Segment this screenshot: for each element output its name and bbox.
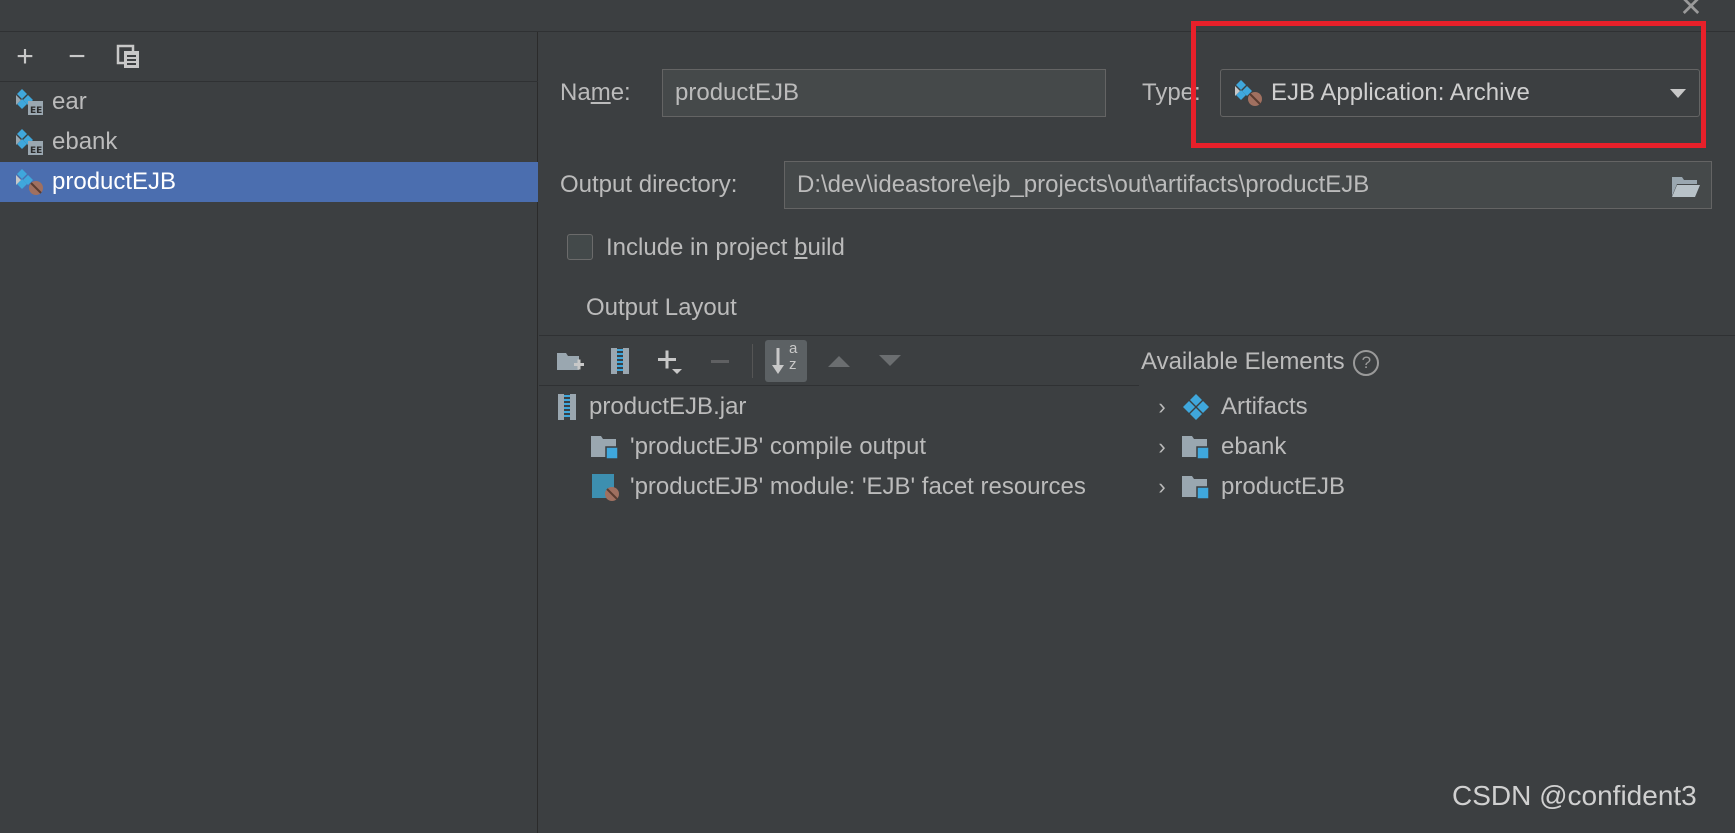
minus-icon: −: [68, 40, 86, 73]
plus-dropdown-icon: [658, 350, 682, 374]
artifact-item-ebank[interactable]: EE ebank: [0, 122, 538, 162]
folder-open-icon[interactable]: [1671, 174, 1701, 198]
output-directory-value: D:\dev\ideastore\ejb_projects\out\artifa…: [797, 171, 1370, 198]
available-item-label: productEJB: [1221, 473, 1346, 500]
archive-icon: [611, 348, 629, 374]
include-in-build-label[interactable]: Include in project build: [606, 234, 845, 262]
module-folder-icon: [591, 436, 619, 460]
chevron-right-icon[interactable]: ›: [1147, 434, 1177, 460]
ear-artifact-icon: EE: [16, 89, 43, 116]
available-item-artifacts[interactable]: › Artifacts: [1147, 387, 1308, 427]
artifact-item-productejb[interactable]: productEJB: [0, 162, 538, 202]
available-elements-header: Available Elements ?: [1141, 348, 1380, 376]
remove-artifact-button[interactable]: −: [60, 40, 94, 74]
new-folder-icon: [557, 353, 584, 370]
sort-elements-button[interactable]: a z: [765, 340, 807, 382]
name-field[interactable]: productEJB: [662, 69, 1106, 117]
chevron-right-icon[interactable]: ›: [1147, 394, 1177, 420]
name-label: Name:: [560, 79, 631, 106]
output-item-label: productEJB.jar: [589, 393, 747, 420]
svg-text:EE: EE: [30, 146, 42, 156]
ejb-facet-icon: [592, 474, 619, 501]
create-archive-button[interactable]: [599, 340, 641, 382]
module-folder-icon: [1182, 476, 1210, 500]
chevron-right-icon[interactable]: ›: [1147, 474, 1177, 500]
move-down-button[interactable]: [869, 340, 911, 382]
help-icon[interactable]: ?: [1353, 349, 1380, 376]
move-up-button[interactable]: [818, 340, 860, 382]
sort-label-z: z: [789, 356, 797, 373]
include-in-build-checkbox[interactable]: [567, 234, 593, 260]
add-element-button[interactable]: [649, 340, 691, 382]
remove-element-button[interactable]: [699, 340, 741, 382]
arrow-down-icon: [879, 355, 901, 366]
copy-artifact-button[interactable]: [112, 40, 146, 74]
ejb-artifact-icon: [16, 169, 43, 195]
output-item-label: 'productEJB' compile output: [630, 433, 926, 460]
artifacts-toolbar: + −: [0, 32, 538, 82]
output-item-label: 'productEJB' module: 'EJB' facet resourc…: [630, 473, 1086, 500]
artifact-item-ear[interactable]: EE ear: [0, 82, 538, 122]
tab-output-layout[interactable]: Output Layout: [586, 294, 737, 322]
ear-artifact-icon: EE: [16, 129, 43, 156]
artifact-label: ebank: [52, 128, 118, 155]
output-directory-field[interactable]: D:\dev\ideastore\ejb_projects\out\artifa…: [784, 161, 1712, 209]
copy-icon: [116, 44, 139, 68]
arrow-up-icon: [828, 356, 850, 367]
available-item-label: ebank: [1221, 433, 1287, 460]
close-icon[interactable]: ✕: [1676, 0, 1706, 22]
highlight-annotation: [1191, 21, 1706, 148]
minus-icon: [711, 360, 729, 363]
add-artifact-button[interactable]: +: [8, 40, 42, 74]
output-directory-label: Output directory:: [560, 171, 738, 198]
output-item-jar[interactable]: productEJB.jar: [555, 387, 746, 427]
artifact-label: ear: [52, 88, 87, 115]
artifacts-panel: + − EE ear EE ebank productEJB: [0, 32, 538, 833]
available-item-label: Artifacts: [1221, 393, 1308, 420]
module-folder-icon: [1182, 436, 1210, 460]
available-item-productejb[interactable]: › productEJB: [1147, 467, 1345, 507]
sort-label-a: a: [789, 340, 798, 357]
create-directory-button[interactable]: [549, 340, 591, 382]
output-item-compile-output[interactable]: 'productEJB' compile output: [590, 427, 926, 467]
svg-text:EE: EE: [30, 106, 42, 116]
artifact-label: productEJB: [52, 168, 177, 195]
output-layout-toolbar: a z: [539, 336, 1139, 386]
output-item-facet-resources[interactable]: 'productEJB' module: 'EJB' facet resourc…: [590, 467, 1086, 507]
plus-icon: +: [16, 40, 34, 73]
name-value: productEJB: [675, 79, 800, 106]
available-item-ebank[interactable]: › ebank: [1147, 427, 1286, 467]
jar-icon: [558, 394, 576, 420]
artifacts-icon: [1183, 394, 1209, 420]
watermark: CSDN @confident3: [1452, 780, 1697, 811]
toolbar-divider: [752, 344, 753, 378]
